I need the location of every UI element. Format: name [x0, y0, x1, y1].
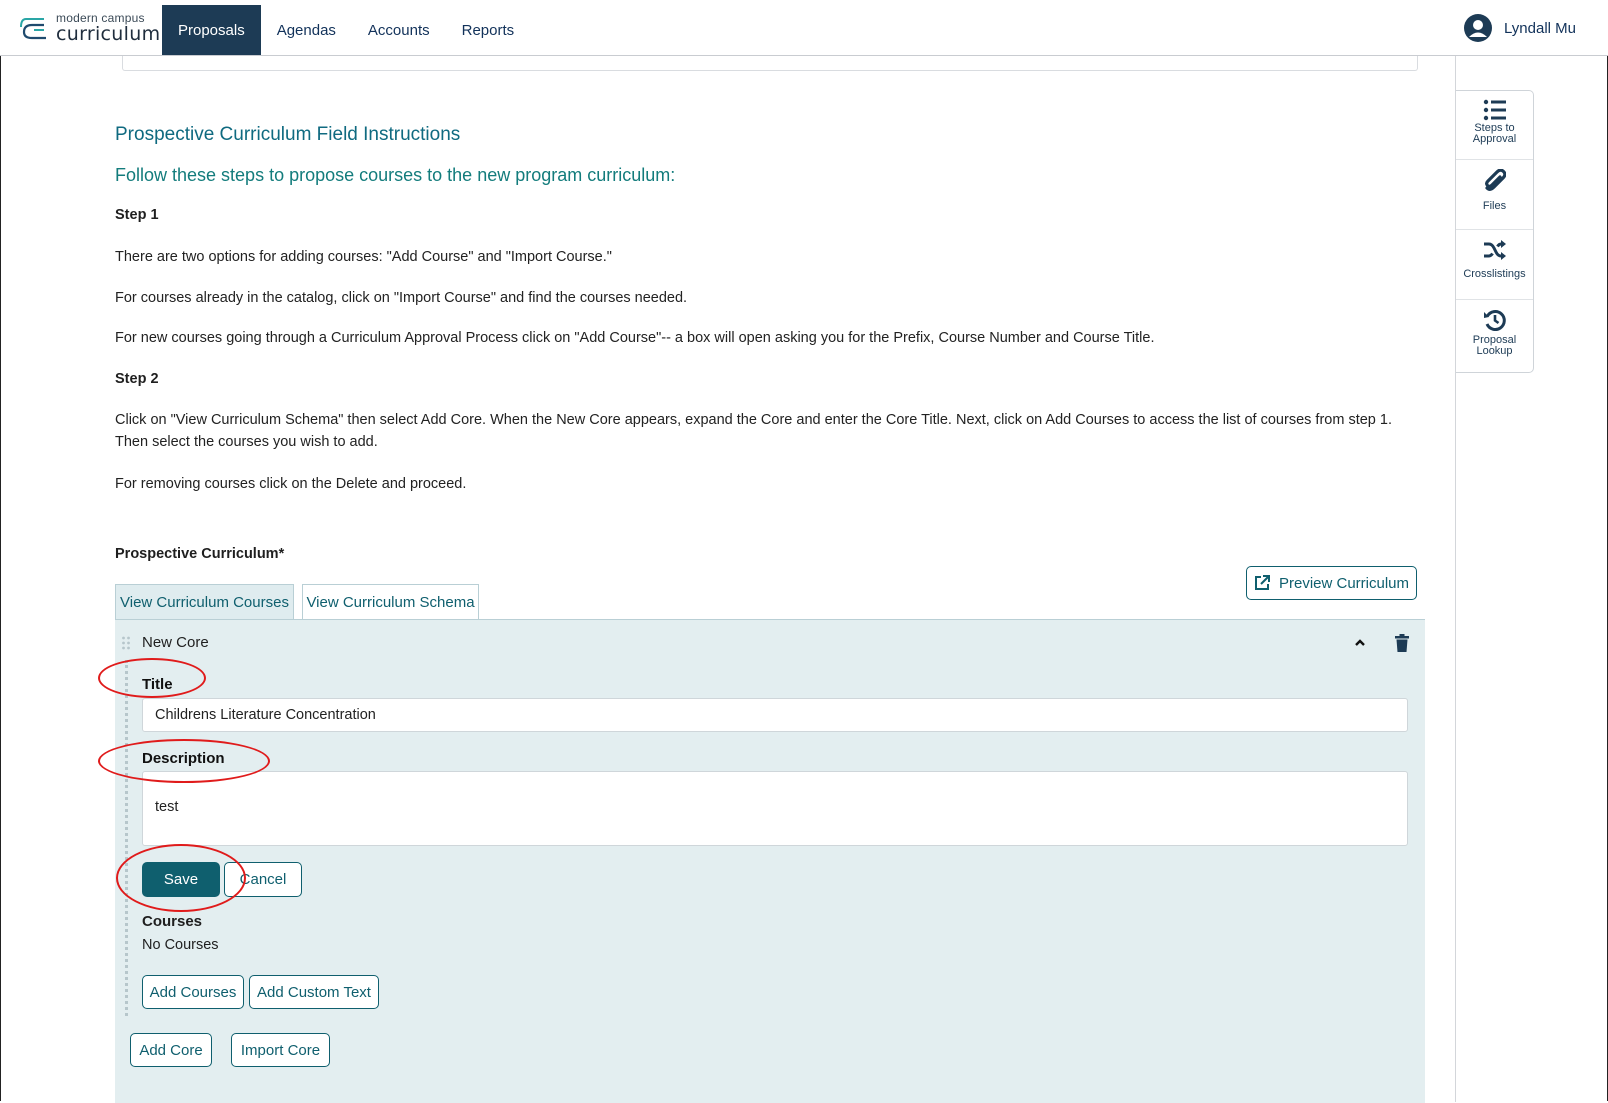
- instructions-subtitle: Follow these steps to propose courses to…: [115, 165, 676, 185]
- tab-view-curriculum-schema[interactable]: View Curriculum Schema: [302, 584, 479, 620]
- logo-mark-icon: [20, 18, 46, 40]
- nav-proposals[interactable]: Proposals: [162, 5, 261, 55]
- step-2-heading: Step 2: [115, 371, 159, 387]
- instructions-title: Prospective Curriculum Field Instruction…: [115, 124, 461, 145]
- save-button[interactable]: Save: [142, 862, 220, 897]
- paperclip-icon: [1484, 169, 1506, 191]
- sidebar-item-label: Proposal Lookup: [1472, 334, 1517, 357]
- description-label: Description: [142, 750, 225, 767]
- nav-agendas[interactable]: Agendas: [261, 5, 352, 55]
- description-textarea[interactable]: test: [142, 771, 1408, 846]
- title-label: Title: [142, 676, 173, 693]
- top-navigation-bar: modern campus curriculum Proposals Agend…: [0, 0, 1608, 56]
- previous-section-box: [122, 56, 1418, 71]
- user-avatar-icon: [1464, 14, 1492, 42]
- add-core-button[interactable]: Add Core: [130, 1033, 212, 1067]
- add-custom-text-button[interactable]: Add Custom Text: [249, 975, 379, 1009]
- sidebar-item-label: Crosslistings: [1463, 268, 1526, 280]
- logo-bottom-text: curriculum: [56, 23, 161, 45]
- shuffle-icon: [1483, 240, 1506, 260]
- sidebar-item-crosslistings[interactable]: Crosslistings: [1456, 239, 1533, 280]
- instruction-paragraph-4: Click on "View Curriculum Schema" then s…: [115, 412, 1392, 450]
- core-name: New Core: [142, 634, 209, 651]
- external-link-icon: [1254, 575, 1270, 590]
- sidebar-item-proposal-lookup[interactable]: Proposal Lookup: [1456, 308, 1533, 357]
- logo-text: modern campus curriculum: [56, 12, 160, 44]
- instruction-paragraph-2: For courses already in the catalog, clic…: [115, 290, 688, 306]
- preview-curriculum-label: Preview Curriculum: [1278, 574, 1410, 592]
- sidebar-item-files[interactable]: Files: [1456, 169, 1533, 212]
- instruction-paragraph-5: For removing courses click on the Delete…: [115, 476, 467, 492]
- right-sidebar: Steps to Approval Files Crosslistings Pr…: [1456, 90, 1534, 373]
- user-name: Lyndall Mu: [1504, 19, 1576, 37]
- main-nav: Proposals Agendas Accounts Reports: [162, 5, 530, 55]
- nav-reports[interactable]: Reports: [446, 5, 531, 55]
- user-menu[interactable]: Lyndall Mu: [1464, 14, 1576, 42]
- prospective-curriculum-label: Prospective Curriculum*: [115, 546, 285, 562]
- step-1-heading: Step 1: [115, 207, 159, 223]
- cancel-button[interactable]: Cancel: [224, 862, 302, 897]
- trash-icon[interactable]: [1394, 634, 1410, 652]
- nav-accounts[interactable]: Accounts: [352, 5, 446, 55]
- instruction-paragraph-3: For new courses going through a Curricul…: [115, 330, 1155, 346]
- import-core-button[interactable]: Import Core: [231, 1033, 330, 1067]
- instruction-paragraph-1: There are two options for adding courses…: [115, 249, 612, 265]
- title-input[interactable]: [142, 698, 1408, 732]
- list-icon: [1483, 99, 1506, 121]
- sidebar-item-label: Files: [1482, 200, 1507, 212]
- history-icon: [1483, 310, 1506, 331]
- drag-handle-icon[interactable]: [121, 636, 131, 650]
- sidebar-divider-2: [1456, 229, 1533, 230]
- add-courses-button[interactable]: Add Courses: [142, 975, 244, 1009]
- courses-label: Courses: [142, 913, 203, 930]
- sidebar-divider-1: [1456, 159, 1533, 160]
- chevron-up-icon[interactable]: [1353, 637, 1367, 647]
- core-panel: [115, 619, 1425, 1103]
- core-tree-line: [125, 660, 128, 1016]
- no-courses-text: No Courses: [142, 937, 219, 953]
- sidebar-item-steps-to-approval[interactable]: Steps to Approval: [1456, 99, 1533, 145]
- tab-view-curriculum-courses[interactable]: View Curriculum Courses: [115, 584, 294, 620]
- sidebar-divider-3: [1456, 299, 1533, 300]
- app-logo[interactable]: modern campus curriculum: [20, 12, 160, 44]
- preview-curriculum-button[interactable]: Preview Curriculum: [1246, 566, 1417, 600]
- sidebar-item-label: Steps to Approval: [1472, 122, 1517, 145]
